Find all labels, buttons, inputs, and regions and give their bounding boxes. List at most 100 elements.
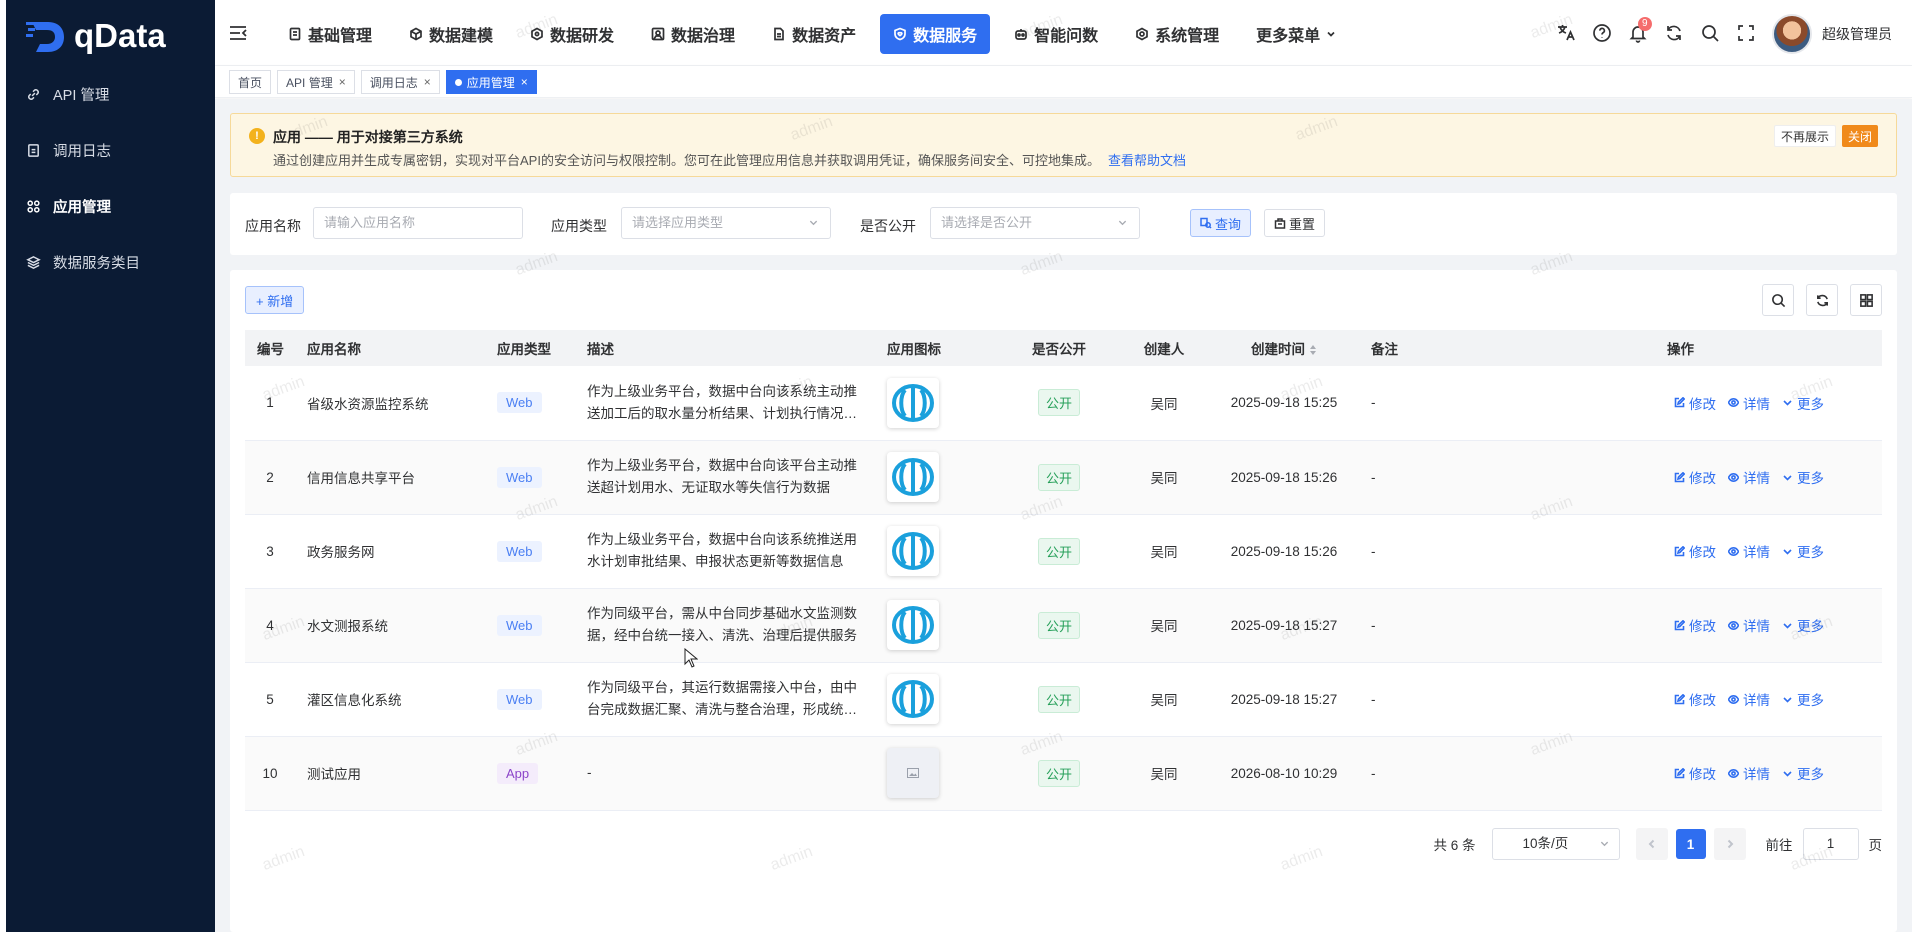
more-button[interactable]: 更多 [1782, 689, 1824, 709]
avatar[interactable] [1772, 14, 1812, 54]
op-label: 更多 [1797, 767, 1824, 782]
app-icon-image[interactable] [887, 526, 939, 576]
cell-remark: - [1371, 395, 1376, 411]
edit-button[interactable]: 修改 [1674, 393, 1716, 413]
help-doc-link[interactable]: 查看帮助文档 [1108, 153, 1186, 168]
translate-button[interactable] [1556, 23, 1578, 45]
nav-service[interactable]: 数据服务 [880, 14, 991, 54]
edit-button[interactable]: 修改 [1674, 689, 1716, 709]
placeholder: 请输入应用名称 [324, 215, 416, 230]
notification-button[interactable]: 9 [1628, 17, 1652, 45]
goto-page-input[interactable]: 1 [1802, 828, 1859, 860]
column-settings-button[interactable] [1850, 284, 1882, 316]
nav-more[interactable]: 更多菜单 [1243, 14, 1349, 54]
edit-button[interactable]: 修改 [1674, 763, 1716, 783]
app-icon-image[interactable] [887, 748, 939, 798]
cube-icon [410, 27, 422, 41]
page-size-select[interactable]: 10条/页 [1491, 828, 1620, 860]
nav-dev[interactable]: 数据研发 [517, 14, 627, 54]
is-public-select[interactable]: 请选择是否公开 [930, 207, 1140, 239]
search-button[interactable] [1700, 23, 1722, 45]
cell-name: 灌区信息化系统 [307, 693, 402, 708]
app-icon-image[interactable] [887, 377, 939, 428]
tag-app[interactable]: 应用管理 × [445, 70, 537, 94]
app-icon-image[interactable] [887, 600, 939, 650]
prev-page-button[interactable] [1635, 828, 1668, 860]
tag-label: 调用日志 [369, 75, 418, 90]
more-button[interactable]: 更多 [1782, 763, 1824, 783]
username[interactable]: 超级管理员 [1822, 24, 1892, 44]
water-logo-icon [892, 532, 934, 570]
app-icon-image[interactable] [887, 452, 939, 502]
app-type-select[interactable]: 请选择应用类型 [621, 207, 831, 239]
sidebar-item-catalog[interactable]: 数据服务类目 [6, 234, 215, 290]
grid-icon [1859, 293, 1873, 307]
sidebar-item-log[interactable]: 调用日志 [6, 122, 215, 178]
menu-fold-icon[interactable] [229, 25, 247, 41]
qdata-logo-icon [26, 22, 64, 52]
warning-icon: ! [249, 128, 265, 144]
app-icon-image[interactable] [887, 674, 939, 724]
detail-button[interactable]: 详情 [1728, 541, 1770, 561]
reset-button[interactable]: 重置 [1264, 209, 1326, 237]
close-icon[interactable]: × [424, 75, 431, 89]
sidebar-item-api[interactable]: API 管理 [6, 66, 215, 122]
nav-system[interactable]: 系统管理 [1122, 14, 1232, 54]
add-button[interactable]: + 新增 [245, 286, 305, 314]
edit-button[interactable]: 修改 [1674, 615, 1716, 635]
image-icon [651, 27, 665, 41]
sidebar-item-label: 数据服务类目 [53, 255, 140, 272]
more-button[interactable]: 更多 [1782, 467, 1824, 487]
refresh-icon [1667, 25, 1681, 41]
nav-ai-query[interactable]: 智能问数 [1001, 14, 1111, 54]
robot-icon [1015, 29, 1027, 40]
public-badge: 公开 [1037, 537, 1080, 565]
cell-desc: 作为同级平台，需从中台同步基础水文监测数据，经中台统一接入、清洗、治理后提供服务 [587, 606, 857, 643]
cell-remark: - [1371, 691, 1376, 707]
nav-assets[interactable]: 数据资产 [759, 14, 869, 54]
cell-id: 2 [266, 469, 274, 485]
app-name-input[interactable]: 请输入应用名称 [313, 207, 523, 239]
close-alert-button[interactable]: 关闭 [1841, 125, 1878, 147]
edit-icon [1674, 767, 1685, 778]
close-icon[interactable]: × [521, 75, 528, 89]
detail-button[interactable]: 详情 [1728, 689, 1770, 709]
logo[interactable]: qData [26, 14, 166, 58]
edit-button[interactable]: 修改 [1674, 467, 1716, 487]
tag-log[interactable]: 调用日志 × [360, 70, 440, 94]
more-button[interactable]: 更多 [1782, 615, 1824, 635]
pagination: 共 6 条 10条/页 1 前往 1 页 [1433, 828, 1882, 860]
nav-modeling[interactable]: 数据建模 [396, 14, 506, 54]
sidebar-item-app[interactable]: 应用管理 [6, 178, 215, 234]
detail-button[interactable]: 详情 [1728, 393, 1770, 413]
help-button[interactable] [1592, 23, 1614, 45]
dismiss-forever-button[interactable]: 不再展示 [1773, 125, 1836, 147]
tag-home[interactable]: 首页 [229, 70, 272, 94]
detail-button[interactable]: 详情 [1728, 615, 1770, 635]
query-button[interactable]: 查询 [1190, 209, 1252, 237]
edit-button[interactable]: 修改 [1674, 541, 1716, 561]
refresh-table-button[interactable] [1806, 284, 1838, 316]
table-row: 2 信用信息共享平台 Web 作为上级业务平台，数据中台向该平台主动推送超计划用水、无… [245, 440, 1882, 514]
nav-basic[interactable]: 基础管理 [275, 14, 385, 54]
col-icon: 应用图标 [887, 342, 941, 357]
toggle-search-button[interactable] [1762, 284, 1794, 316]
nav-governance[interactable]: 数据治理 [638, 14, 748, 54]
page-1-button[interactable]: 1 [1675, 829, 1706, 859]
col-created-time-label: 创建时间 [1251, 342, 1305, 357]
goto-label: 前往 [1765, 838, 1793, 853]
refresh-button[interactable] [1664, 23, 1686, 45]
tag-api[interactable]: API 管理 × [277, 70, 355, 94]
next-page-button[interactable] [1713, 828, 1746, 860]
detail-button[interactable]: 详情 [1728, 467, 1770, 487]
sort-icon[interactable] [1309, 344, 1317, 356]
detail-button[interactable]: 详情 [1728, 763, 1770, 783]
reset-icon [1274, 218, 1286, 229]
fullscreen-button[interactable] [1736, 23, 1758, 45]
col-created-time[interactable]: 创建时间 [1209, 330, 1359, 366]
sidebar-menu: API 管理 调用日志 应用管理 数据服务类目 [6, 66, 215, 290]
more-button[interactable]: 更多 [1782, 541, 1824, 561]
more-button[interactable]: 更多 [1782, 393, 1824, 413]
close-icon[interactable]: × [339, 75, 346, 89]
alert-description-text: 通过创建应用并生成专属密钥，实现对平台API的安全访问与权限控制。您可在此管理应… [273, 153, 1100, 168]
